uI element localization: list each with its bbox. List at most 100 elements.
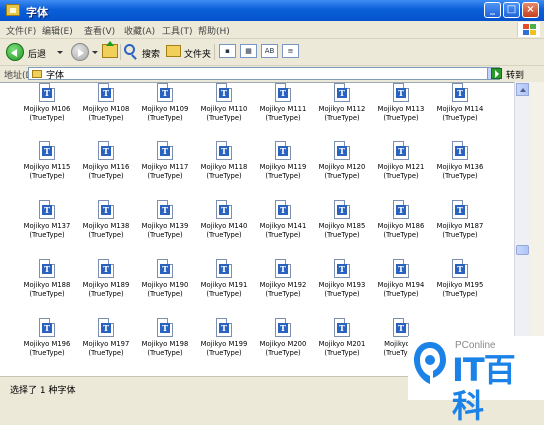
menu-item[interactable]: 帮助(H) bbox=[198, 24, 230, 37]
font-file-name: Mojikyo M112 bbox=[318, 105, 366, 113]
menu-item[interactable]: 收藏(A) bbox=[124, 24, 155, 37]
font-file[interactable]: T Mojikyo M140 (TrueType) bbox=[195, 200, 253, 240]
view-thumbnails-icon[interactable]: ▪ bbox=[219, 44, 236, 58]
folders-button-label[interactable]: 文件夹 bbox=[184, 47, 211, 60]
window-title: 字体 bbox=[26, 6, 48, 19]
search-button-label[interactable]: 搜索 bbox=[142, 47, 160, 60]
font-file[interactable]: T Mojikyo M188 (TrueType) bbox=[18, 259, 76, 299]
font-file-name: Mojikyo M120 bbox=[318, 163, 366, 171]
font-file[interactable]: T Mojikyo M138 (TrueType) bbox=[77, 200, 135, 240]
truetype-font-icon: T bbox=[216, 141, 232, 160]
menu-item[interactable]: 文件(F) bbox=[6, 24, 36, 37]
view-icons-icon[interactable]: AB bbox=[261, 44, 278, 58]
truetype-font-icon: T bbox=[393, 141, 409, 160]
font-file[interactable]: T Mojikyo M108 (TrueType) bbox=[77, 83, 135, 123]
font-file-name: Mojikyo M109 bbox=[141, 105, 189, 113]
close-button[interactable]: × bbox=[522, 2, 539, 18]
font-file[interactable]: T Mojikyo M197 (TrueType) bbox=[77, 318, 135, 358]
folders-icon[interactable] bbox=[166, 45, 181, 57]
font-file[interactable]: T Mojikyo M200 (TrueType) bbox=[254, 318, 312, 358]
vertical-scrollbar[interactable] bbox=[514, 82, 530, 376]
font-file-type: (TrueType) bbox=[265, 290, 301, 298]
view-details-icon[interactable]: ≡ bbox=[282, 44, 299, 58]
address-input[interactable]: 字体 bbox=[28, 67, 500, 81]
watermark-text: IT百科 bbox=[452, 351, 516, 425]
font-file-name: Mojikyo M106 bbox=[23, 105, 71, 113]
menu-item[interactable]: 查看(V) bbox=[84, 24, 115, 37]
scrollbar-thumb[interactable] bbox=[516, 245, 529, 255]
truetype-font-icon: T bbox=[216, 259, 232, 278]
back-dropdown-arrow-icon[interactable] bbox=[57, 51, 63, 54]
font-file-type: (TrueType) bbox=[88, 290, 124, 298]
font-file[interactable]: T Mojikyo M119 (TrueType) bbox=[254, 141, 312, 181]
menu-item[interactable]: 编辑(E) bbox=[42, 24, 73, 37]
menu-item[interactable]: 工具(T) bbox=[162, 24, 193, 37]
address-bar: 地址(D) 字体 转到 bbox=[0, 66, 544, 81]
font-file[interactable]: T Mojikyo M190 (TrueType) bbox=[136, 259, 194, 299]
font-file-name: Mojikyo M187 bbox=[436, 222, 484, 230]
font-file[interactable]: T Mojikyo M201 (TrueType) bbox=[313, 318, 371, 358]
forward-icon[interactable] bbox=[71, 43, 89, 61]
address-value[interactable]: 字体 bbox=[46, 68, 64, 81]
font-file-name: Mojikyo M199 bbox=[200, 340, 248, 348]
font-file-name: Mojikyo M115 bbox=[23, 163, 71, 171]
font-file[interactable]: T Mojikyo M193 (TrueType) bbox=[313, 259, 371, 299]
menu-bar: 文件(F) 编辑(E) 查看(V) 收藏(A) 工具(T) 帮助(H) bbox=[0, 21, 544, 39]
font-file[interactable]: T Mojikyo M110 (TrueType) bbox=[195, 83, 253, 123]
maximize-button[interactable]: □ bbox=[503, 2, 520, 18]
font-file[interactable]: T Mojikyo M141 (TrueType) bbox=[254, 200, 312, 240]
truetype-font-icon: T bbox=[157, 83, 173, 102]
go-arrow-icon[interactable] bbox=[491, 68, 502, 79]
search-icon[interactable] bbox=[124, 44, 135, 55]
font-file[interactable]: T Mojikyo M120 (TrueType) bbox=[313, 141, 371, 181]
font-file-type: (TrueType) bbox=[442, 172, 478, 180]
font-file[interactable]: T Mojikyo M194 (TrueType) bbox=[372, 259, 430, 299]
file-list: T Mojikyo M106 (TrueType) T Mojikyo M108 (Tru… bbox=[0, 82, 514, 377]
font-file-type: (TrueType) bbox=[29, 114, 65, 122]
go-button[interactable]: 转到 bbox=[506, 68, 524, 81]
font-file[interactable]: T Mojikyo M195 (TrueType) bbox=[431, 259, 489, 299]
truetype-font-icon: T bbox=[98, 200, 114, 219]
font-file[interactable]: T Mojikyo M196 (TrueType) bbox=[18, 318, 76, 358]
font-file[interactable]: T Mojikyo M114 (TrueType) bbox=[431, 83, 489, 123]
font-file[interactable]: T Mojikyo M106 (TrueType) bbox=[18, 83, 76, 123]
forward-dropdown-arrow-icon[interactable] bbox=[92, 51, 98, 54]
font-file[interactable]: T Mojikyo M115 (TrueType) bbox=[18, 141, 76, 181]
up-folder-icon[interactable] bbox=[102, 41, 118, 58]
truetype-font-icon: T bbox=[334, 259, 350, 278]
font-file-type: (TrueType) bbox=[324, 114, 360, 122]
font-file[interactable]: T Mojikyo M186 (TrueType) bbox=[372, 200, 430, 240]
font-file[interactable]: T Mojikyo M192 (TrueType) bbox=[254, 259, 312, 299]
truetype-font-icon: T bbox=[98, 259, 114, 278]
font-file[interactable]: T Mojikyo M109 (TrueType) bbox=[136, 83, 194, 123]
font-file[interactable]: T Mojikyo M121 (TrueType) bbox=[372, 141, 430, 181]
view-tiles-icon[interactable]: ▦ bbox=[240, 44, 257, 58]
font-file-type: (TrueType) bbox=[88, 231, 124, 239]
font-file[interactable]: T Mojikyo M116 (TrueType) bbox=[77, 141, 135, 181]
scroll-up-icon[interactable] bbox=[516, 83, 529, 96]
font-file[interactable]: T Mojikyo M187 (TrueType) bbox=[431, 200, 489, 240]
font-file[interactable]: T Mojikyo M199 (TrueType) bbox=[195, 318, 253, 358]
minimize-button[interactable]: _ bbox=[484, 2, 501, 18]
back-icon[interactable] bbox=[6, 43, 24, 61]
font-file[interactable]: T Mojikyo M137 (TrueType) bbox=[18, 200, 76, 240]
truetype-font-icon: T bbox=[393, 200, 409, 219]
folder-icon bbox=[32, 70, 42, 78]
font-file-type: (TrueType) bbox=[265, 349, 301, 357]
back-button-label[interactable]: 后退 bbox=[28, 47, 46, 60]
font-file[interactable]: T Mojikyo M185 (TrueType) bbox=[313, 200, 371, 240]
font-file[interactable]: T Mojikyo M111 (TrueType) bbox=[254, 83, 312, 123]
font-file[interactable]: T Mojikyo M112 (TrueType) bbox=[313, 83, 371, 123]
font-file-type: (TrueType) bbox=[147, 231, 183, 239]
font-file[interactable]: T Mojikyo M136 (TrueType) bbox=[431, 141, 489, 181]
font-file[interactable]: T Mojikyo M113 (TrueType) bbox=[372, 83, 430, 123]
font-file[interactable]: T Mojikyo M191 (TrueType) bbox=[195, 259, 253, 299]
font-file[interactable]: T Mojikyo M117 (TrueType) bbox=[136, 141, 194, 181]
font-file-type: (TrueType) bbox=[88, 172, 124, 180]
font-file[interactable]: T Mojikyo M118 (TrueType) bbox=[195, 141, 253, 181]
font-file[interactable]: T Mojikyo M198 (TrueType) bbox=[136, 318, 194, 358]
font-file[interactable]: T Mojikyo M139 (TrueType) bbox=[136, 200, 194, 240]
font-file-type: (TrueType) bbox=[29, 231, 65, 239]
font-file[interactable]: T Mojikyo M189 (TrueType) bbox=[77, 259, 135, 299]
truetype-font-icon: T bbox=[39, 318, 55, 337]
